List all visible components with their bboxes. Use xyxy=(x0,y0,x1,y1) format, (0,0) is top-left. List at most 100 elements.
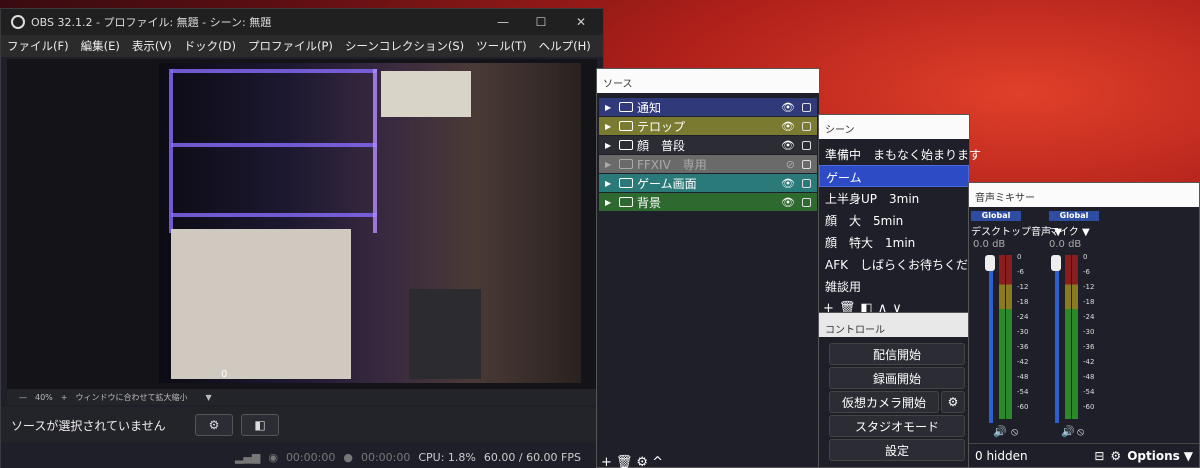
source-filters-button[interactable]: ◧ xyxy=(241,414,279,436)
start-recording-button[interactable]: 録画開始 xyxy=(829,367,965,389)
advanced-audio-gear-icon[interactable]: ⚙ xyxy=(1110,449,1121,463)
layout-toggle-icon[interactable]: ⊟ xyxy=(1094,449,1104,463)
zoom-dropdown-icon[interactable]: ▼ xyxy=(205,393,211,402)
source-properties-button[interactable]: ⚙ xyxy=(195,414,233,436)
close-icon[interactable]: ✕ xyxy=(563,9,599,35)
source-item[interactable]: ▶ テロップ 👁 xyxy=(599,117,817,135)
zoom-out-button[interactable]: — xyxy=(19,393,27,402)
source-toolbar: ソースが選択されていません ⚙ ◧ xyxy=(1,407,603,443)
menu-tools[interactable]: ツール(T) xyxy=(470,38,533,54)
controls-title: コントロール xyxy=(819,313,969,337)
volume-slider-track[interactable] xyxy=(1055,263,1059,423)
start-virtual-camera-button[interactable]: 仮想カメラ開始 xyxy=(829,391,939,413)
visibility-eye-icon[interactable]: 👁 xyxy=(781,196,795,209)
lock-icon[interactable] xyxy=(802,197,811,207)
menu-profile[interactable]: プロファイル(P) xyxy=(242,38,339,54)
studio-mode-button[interactable]: スタジオモード xyxy=(829,415,965,437)
speaker-icon[interactable]: 🔊 xyxy=(1061,425,1075,438)
zoom-in-button[interactable]: + xyxy=(61,393,68,402)
visibility-eye-icon[interactable]: 👁 xyxy=(781,101,795,114)
monitor-off-icon[interactable]: ⦸ xyxy=(1077,425,1084,439)
move-up-icon[interactable]: ^ xyxy=(652,455,667,468)
monitor-off-icon[interactable]: ⦸ xyxy=(1011,425,1018,439)
source-item[interactable]: ▶ 通知 👁 xyxy=(599,98,817,116)
expand-icon[interactable]: ▶ xyxy=(605,160,615,169)
channel-level: 0.0 dB xyxy=(1049,239,1082,250)
expand-icon[interactable]: ▶ xyxy=(605,179,615,188)
lock-icon[interactable] xyxy=(802,178,811,188)
obs-main-window: OBS 32.1.2 - プロファイル: 無題 - シーン: 無題 — ☐ ✕ … xyxy=(0,8,604,468)
level-meter xyxy=(1065,255,1071,419)
options-button[interactable]: Options xyxy=(1127,449,1180,463)
lock-icon[interactable] xyxy=(802,102,811,112)
source-item[interactable]: ▶ 顔 普段 👁 xyxy=(599,136,817,154)
source-item[interactable]: ▶ FFXIV 専用 ⊘ xyxy=(599,155,817,173)
channel-level: 0.0 dB xyxy=(973,239,1006,250)
scene-item[interactable]: 上半身UP 3min xyxy=(819,187,969,209)
signal-icon: ▂▄▆ xyxy=(234,450,261,464)
fps-readout: 60.00 / 60.00 FPS xyxy=(483,450,581,464)
add-source-icon[interactable]: + xyxy=(601,455,616,468)
minimize-icon[interactable]: — xyxy=(485,9,521,35)
volume-slider-track[interactable] xyxy=(989,263,993,423)
speaker-icon[interactable]: 🔊 xyxy=(993,425,1007,438)
menu-scene-collection[interactable]: シーンコレクション(S) xyxy=(339,38,470,54)
lock-icon[interactable] xyxy=(802,121,811,131)
scene-item-selected[interactable]: ゲーム xyxy=(819,165,969,187)
scene-item[interactable]: AFK しばらくお待ちください xyxy=(819,253,992,275)
volume-slider-handle[interactable] xyxy=(985,255,995,271)
mixer-title: 音声ミキサー xyxy=(969,183,1199,207)
status-bar: ▂▄▆ ◉ 00:00:00 ● 00:00:00 CPU: 1.8% 60.0… xyxy=(1,445,603,468)
source-label: 通知 xyxy=(637,100,662,115)
settings-button[interactable]: 設定 xyxy=(829,439,965,461)
menu-view[interactable]: 表示(V) xyxy=(126,38,178,54)
visibility-eye-icon[interactable]: 👁 xyxy=(781,120,795,133)
scene-item[interactable]: 雑談用 xyxy=(819,275,969,297)
gear-icon[interactable]: ⚙ xyxy=(636,455,652,468)
source-label: テロップ xyxy=(637,119,686,134)
delete-source-icon[interactable]: 🗑 xyxy=(616,455,637,468)
stream-time: 00:00:00 xyxy=(285,450,336,464)
preview-canvas[interactable]: 0 xyxy=(159,63,581,383)
visibility-eye-icon[interactable]: 👁 xyxy=(781,177,795,190)
menu-dock[interactable]: ドック(D) xyxy=(178,38,242,54)
overlay-count: 0 xyxy=(221,369,228,380)
obs-logo-icon xyxy=(11,15,25,29)
scenes-dock: シーン 準備中 まもなく始まります ゲーム 上半身UP 3min 顔 大 5mi… xyxy=(818,114,992,320)
scenes-title: シーン xyxy=(819,115,969,139)
menu-edit[interactable]: 編集(E) xyxy=(75,38,126,54)
expand-icon[interactable]: ▶ xyxy=(605,198,615,207)
chevron-down-icon[interactable]: ▼ xyxy=(1184,449,1193,463)
menu-help[interactable]: ヘルプ(H) xyxy=(533,38,597,54)
zoom-mode[interactable]: ウィンドウに合わせて拡大縮小 xyxy=(75,392,187,403)
gear-icon: ⚙ xyxy=(947,395,959,409)
start-streaming-button[interactable]: 配信開始 xyxy=(829,343,965,365)
scene-item[interactable]: 準備中 まもなく始まります xyxy=(819,143,981,165)
maximize-icon[interactable]: ☐ xyxy=(523,9,559,35)
source-item[interactable]: ▶ ゲーム画面 👁 xyxy=(599,174,817,192)
source-item[interactable]: ▶ 背景 👁 xyxy=(599,193,817,211)
scene-item[interactable]: 顔 大 5min xyxy=(819,209,969,231)
expand-icon[interactable]: ▶ xyxy=(605,141,615,150)
volume-slider-handle[interactable] xyxy=(1051,255,1061,271)
source-label: FFXIV 専用 xyxy=(637,157,707,172)
meter-scale: 0 -6 -12 -18 -24 -30 -36 -42 -48 -54 -60 xyxy=(1083,253,1095,411)
filter-icon: ◧ xyxy=(254,418,266,432)
menu-bar: ファイル(F) 編集(E) 表示(V) ドック(D) プロファイル(P) シーン… xyxy=(1,35,603,57)
controls-dock: コントロール 配信開始 録画開始 仮想カメラ開始 ⚙ スタジオモード 設定 xyxy=(818,312,970,468)
scene-item[interactable]: 顔 特大 1min xyxy=(819,231,969,253)
folder-icon xyxy=(619,140,633,150)
sources-dock: ソース ▶ 通知 👁 ▶ テロップ 👁 ▶ 顔 普段 👁 ▶ FFXIV 専用 … xyxy=(596,68,820,468)
hidden-eye-icon[interactable]: ⊘ xyxy=(786,158,795,171)
sources-toolbar: +🗑⚙^ xyxy=(601,455,667,468)
channel-name[interactable]: マイク ▼ xyxy=(1049,223,1090,238)
expand-icon[interactable]: ▶ xyxy=(605,103,615,112)
lock-icon[interactable] xyxy=(802,140,811,150)
expand-icon[interactable]: ▶ xyxy=(605,122,615,131)
lock-icon[interactable] xyxy=(802,159,811,169)
visibility-eye-icon[interactable]: 👁 xyxy=(781,139,795,152)
record-time: 00:00:00 xyxy=(360,450,411,464)
level-meter xyxy=(1072,255,1078,419)
menu-file[interactable]: ファイル(F) xyxy=(1,38,75,54)
virtual-camera-settings-button[interactable]: ⚙ xyxy=(941,391,965,413)
